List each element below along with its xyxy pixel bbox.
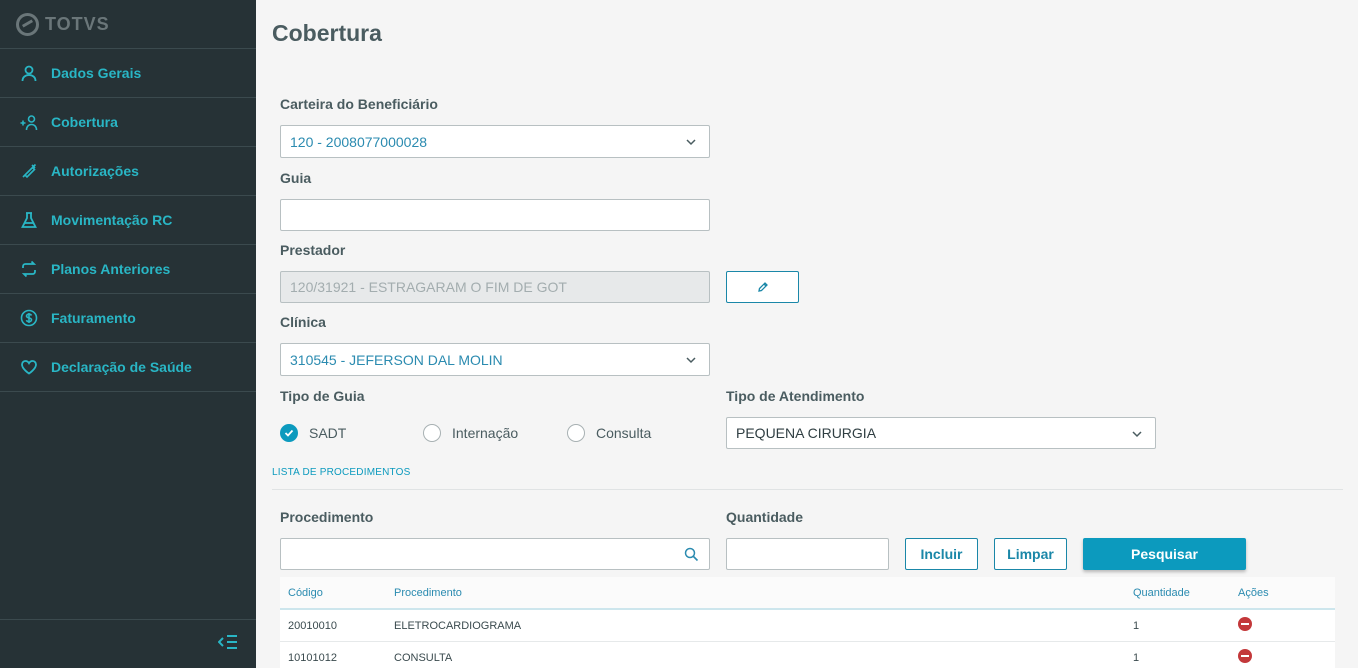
limpar-button[interactable]: Limpar (994, 538, 1067, 570)
remove-icon[interactable] (1238, 617, 1252, 631)
main-content: Cobertura Carteira do Beneficiário 120 -… (256, 0, 1358, 668)
search-icon[interactable] (684, 547, 699, 562)
quantidade-input[interactable] (726, 538, 889, 570)
tipo-atendimento-label: Tipo de Atendimento (726, 388, 865, 404)
cell-acoes (1230, 617, 1335, 634)
cell-quantidade: 1 (1133, 651, 1140, 664)
procedimento-search-input[interactable] (280, 538, 710, 570)
section-title: LISTA DE PROCEDIMENTOS (272, 467, 411, 478)
radio-label: SADT (309, 425, 347, 441)
tipo-atendimento-select[interactable]: PEQUENA CIRURGIA (726, 417, 1156, 449)
incluir-button[interactable]: Incluir (905, 538, 978, 570)
heart-icon (20, 358, 38, 376)
column-header-acoes: Ações (1238, 586, 1269, 599)
table-row: 20010010 ELETROCARDIOGRAMA 1 (280, 610, 1335, 642)
sidebar-item-label: Faturamento (51, 310, 136, 326)
radio-consulta[interactable]: Consulta (567, 424, 651, 442)
sidebar-item-label: Declaração de Saúde (51, 359, 192, 375)
prestador-label: Prestador (280, 242, 346, 258)
cell-quantidade: 1 (1133, 619, 1140, 632)
sidebar-item-cobertura[interactable]: Cobertura (0, 98, 256, 147)
sidebar-item-label: Movimentação RC (51, 212, 173, 228)
tipo-guia-label: Tipo de Guia (280, 388, 365, 404)
cell-codigo: 20010010 (288, 619, 337, 632)
collapse-menu-icon (217, 634, 238, 655)
carteira-select[interactable]: 120 - 2008077000028 (280, 125, 710, 158)
column-header-quantidade[interactable]: Quantidade (1125, 587, 1230, 599)
totvs-logo-icon (16, 12, 39, 36)
page-title: Cobertura (272, 20, 382, 46)
pesquisar-button[interactable]: Pesquisar (1083, 538, 1246, 570)
sidebar-item-autorizacoes[interactable]: Autorizações (0, 147, 256, 196)
column-header-codigo[interactable]: Código (280, 587, 386, 599)
radio-unchecked-icon (567, 424, 585, 442)
cell-procedimento: ELETROCARDIOGRAMA (394, 619, 522, 632)
dollar-icon (20, 309, 38, 327)
prestador-input: 120/31921 - ESTRAGARAM O FIM DE GOT (280, 271, 710, 303)
radio-unchecked-icon (423, 424, 441, 442)
table-row: 10101012 CONSULTA 1 (280, 642, 1335, 668)
prestador-value: 120/31921 - ESTRAGARAM O FIM DE GOT (290, 279, 567, 295)
procedures-table: Código Procedimento Quantidade Ações 200… (280, 577, 1335, 668)
logo-text: TOTVS (45, 13, 110, 34)
tipo-atendimento-value: PEQUENA CIRURGIA (736, 425, 877, 441)
table-body: 20010010 ELETROCARDIOGRAMA 1 10101012 CO… (280, 610, 1335, 668)
edit-prestador-button[interactable] (726, 271, 799, 303)
syringe-icon (20, 162, 38, 180)
radio-internacao[interactable]: Internação (423, 424, 518, 442)
table-header: Código Procedimento Quantidade Ações (280, 577, 1335, 610)
remove-icon[interactable] (1238, 649, 1252, 663)
cell-acoes (1230, 649, 1335, 666)
clinica-select[interactable]: 310545 - JEFERSON DAL MOLIN (280, 343, 710, 376)
quantidade-label: Quantidade (726, 509, 804, 525)
sidebar-item-declaracao-de-saude[interactable]: Declaração de Saúde (0, 343, 256, 392)
sidebar-item-label: Dados Gerais (51, 65, 142, 81)
carteira-label: Carteira do Beneficiário (280, 96, 438, 112)
sidebar-item-planos-anteriores[interactable]: Planos Anteriores (0, 245, 256, 294)
sidebar-item-movimentacao-rc[interactable]: Movimentação RC (0, 196, 256, 245)
sidebar-collapse-button[interactable] (0, 619, 256, 668)
radio-label: Internação (452, 425, 519, 441)
chevron-down-icon (686, 357, 696, 364)
radio-checked-icon (280, 424, 298, 442)
cell-procedimento: CONSULTA (394, 651, 453, 664)
sidebar-item-label: Cobertura (51, 114, 118, 130)
sidebar-item-dados-gerais[interactable]: Dados Gerais (0, 49, 256, 98)
chevron-down-icon (686, 139, 696, 146)
pencil-icon (757, 282, 768, 292)
section-divider (272, 489, 1343, 490)
sidebar-item-label: Autorizações (51, 163, 139, 179)
logo: TOTVS (0, 0, 256, 49)
cell-codigo: 10101012 (288, 651, 337, 664)
carteira-value: 120 - 2008077000028 (290, 133, 428, 150)
flask-icon (20, 211, 38, 229)
radio-sadt[interactable]: SADT (280, 424, 346, 442)
sidebar-item-label: Planos Anteriores (51, 261, 171, 277)
procedimento-label: Procedimento (280, 509, 374, 525)
guia-label: Guia (280, 170, 312, 186)
guia-input[interactable] (280, 199, 710, 231)
clinica-value: 310545 - JEFERSON DAL MOLIN (290, 351, 503, 368)
clinica-label: Clínica (280, 314, 326, 330)
chevron-down-icon (1132, 431, 1142, 438)
user-icon (20, 64, 38, 82)
refresh-icon (20, 260, 38, 278)
add-user-icon (20, 113, 38, 131)
sidebar-item-faturamento[interactable]: Faturamento (0, 294, 256, 343)
sidebar: TOTVS Dados Gerais Cobertura Autorizaçõe… (0, 0, 256, 668)
radio-label: Consulta (596, 425, 652, 441)
column-header-procedimento[interactable]: Procedimento (386, 587, 1125, 599)
